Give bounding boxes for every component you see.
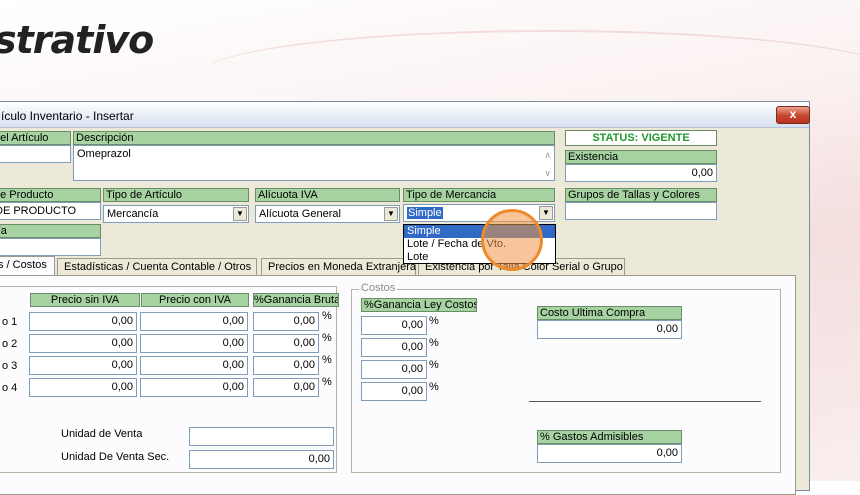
tab-precios-costos[interactable]: s / Costos bbox=[0, 256, 55, 276]
unidad-venta-label: Unidad de Venta bbox=[61, 428, 143, 440]
percent-symbol: % bbox=[322, 354, 332, 366]
percent-symbol: % bbox=[429, 359, 439, 371]
chevron-down-icon[interactable]: ▼ bbox=[539, 206, 553, 220]
percent-symbol: % bbox=[322, 376, 332, 388]
app-logo: strativo bbox=[0, 18, 154, 62]
categoria-field[interactable] bbox=[0, 238, 101, 256]
tipo-articulo-value: Mercancía bbox=[107, 208, 159, 220]
precio-sin-iva-3[interactable]: 0,00 bbox=[29, 356, 137, 375]
codigo-field[interactable] bbox=[0, 145, 71, 163]
tab-estadisticas[interactable]: Estadísticas / Cuenta Contable / Otros bbox=[57, 258, 257, 276]
chevron-down-icon[interactable]: ▼ bbox=[233, 207, 247, 221]
ganancia-bruta-1[interactable]: 0,00 bbox=[253, 312, 319, 331]
ganancia-ley-field-1[interactable]: 0,00 bbox=[361, 316, 427, 335]
row-label: o 1 bbox=[2, 316, 18, 328]
tab-panel-precios: Precio sin IVA Precio con IVA %Ganancia … bbox=[0, 275, 796, 495]
unidad-venta-sec-field[interactable]: 0,00 bbox=[189, 450, 334, 469]
existencia-field[interactable]: 0,00 bbox=[565, 164, 717, 182]
precio-sin-iva-2[interactable]: 0,00 bbox=[29, 334, 137, 353]
ganancia-ley-field-3[interactable]: 0,00 bbox=[361, 360, 427, 379]
tipo-producto-label: de Producto bbox=[0, 188, 101, 202]
col-ganancia-header: %Ganancia Bruta bbox=[253, 293, 339, 307]
precio-con-iva-2[interactable]: 0,00 bbox=[140, 334, 248, 353]
descripcion-field[interactable]: Omeprazol ∧ ∨ bbox=[73, 145, 555, 181]
tipo-articulo-label: Tipo de Artículo bbox=[103, 188, 249, 202]
scroll-down-icon[interactable]: ∨ bbox=[544, 166, 551, 180]
categoria-label: ría bbox=[0, 224, 101, 238]
divider-line bbox=[529, 401, 761, 402]
scroll-up-icon[interactable]: ∧ bbox=[544, 148, 551, 162]
gastos-admisibles-label: % Gastos Admisibles bbox=[537, 430, 682, 444]
tipo-mercancia-label: Tipo de Mercancia bbox=[403, 188, 555, 202]
grupos-label: Grupos de Tallas y Colores bbox=[565, 188, 717, 202]
inventory-insert-window: ículo Inventario - Insertar x del Artícu… bbox=[0, 101, 810, 495]
alicuota-value: Alícuota General bbox=[259, 208, 341, 220]
tipo-articulo-select[interactable]: Mercancía ▼ bbox=[103, 205, 249, 223]
status-badge: STATUS: VIGENTE bbox=[565, 130, 717, 146]
percent-symbol: % bbox=[429, 315, 439, 327]
precio-con-iva-1[interactable]: 0,00 bbox=[140, 312, 248, 331]
unidad-venta-field[interactable] bbox=[189, 427, 334, 446]
window-title: ículo Inventario - Insertar bbox=[1, 109, 134, 123]
ganancia-ley-label: %Ganancia Ley Costos bbox=[361, 298, 477, 312]
costos-group-title: Costos bbox=[359, 282, 398, 294]
codigo-label: del Artículo bbox=[0, 131, 71, 145]
col-sin-iva-header: Precio sin IVA bbox=[30, 293, 140, 307]
precio-con-iva-3[interactable]: 0,00 bbox=[140, 356, 248, 375]
precio-sin-iva-1[interactable]: 0,00 bbox=[29, 312, 137, 331]
row-label: o 2 bbox=[2, 338, 18, 350]
ganancia-bruta-4[interactable]: 0,00 bbox=[253, 378, 319, 397]
alicuota-label: Alícuota IVA bbox=[255, 188, 400, 202]
ganancia-bruta-3[interactable]: 0,00 bbox=[253, 356, 319, 375]
gastos-admisibles-field[interactable]: 0,00 bbox=[537, 444, 682, 463]
existencia-label: Existencia bbox=[565, 150, 717, 164]
tipo-mercancia-value: Simple bbox=[407, 207, 443, 219]
unidad-venta-sec-label: Unidad De Venta Sec. bbox=[61, 451, 170, 463]
tipo-producto-field[interactable]: DE PRODUCTO bbox=[0, 202, 101, 220]
click-indicator bbox=[481, 209, 543, 271]
descripcion-value: Omeprazol bbox=[77, 148, 131, 160]
grupos-field[interactable] bbox=[565, 202, 717, 220]
ganancia-ley-field-4[interactable]: 0,00 bbox=[361, 382, 427, 401]
percent-symbol: % bbox=[322, 310, 332, 322]
ganancia-bruta-2[interactable]: 0,00 bbox=[253, 334, 319, 353]
row-label: o 3 bbox=[2, 360, 18, 372]
close-button[interactable]: x bbox=[776, 106, 810, 124]
percent-symbol: % bbox=[322, 332, 332, 344]
precio-sin-iva-4[interactable]: 0,00 bbox=[29, 378, 137, 397]
row-label: o 4 bbox=[2, 382, 18, 394]
percent-symbol: % bbox=[429, 381, 439, 393]
descripcion-label: Descripción bbox=[73, 131, 555, 145]
alicuota-select[interactable]: Alícuota General ▼ bbox=[255, 205, 400, 223]
window-titlebar: ículo Inventario - Insertar x bbox=[0, 102, 810, 128]
costo-ultima-field[interactable]: 0,00 bbox=[537, 320, 682, 339]
ganancia-ley-field-2[interactable]: 0,00 bbox=[361, 338, 427, 357]
chevron-down-icon[interactable]: ▼ bbox=[384, 207, 398, 221]
close-icon: x bbox=[789, 107, 797, 121]
costo-ultima-label: Costo Ultima Compra bbox=[537, 306, 682, 320]
percent-symbol: % bbox=[429, 337, 439, 349]
col-con-iva-header: Precio con IVA bbox=[141, 293, 249, 307]
tab-precios-moneda-extranjera[interactable]: Precios en Moneda Extranjera bbox=[261, 258, 416, 276]
precio-con-iva-4[interactable]: 0,00 bbox=[140, 378, 248, 397]
